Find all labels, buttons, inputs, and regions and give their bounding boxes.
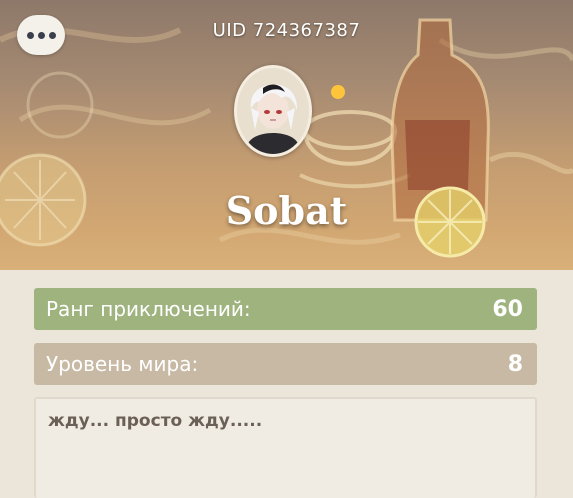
character-avatar-icon bbox=[237, 68, 309, 154]
player-avatar[interactable] bbox=[234, 65, 312, 157]
adventure-rank-value: 60 bbox=[492, 296, 523, 322]
adventure-rank-label: Ранг приключений: bbox=[46, 297, 251, 321]
adventure-rank-row: Ранг приключений: 60 bbox=[34, 288, 537, 330]
signature-box: жду... просто жду..... bbox=[34, 397, 537, 498]
signature-text: жду... просто жду..... bbox=[48, 411, 263, 431]
world-level-label: Уровень мира: bbox=[46, 352, 199, 376]
player-nickname: Sobat bbox=[225, 188, 348, 233]
player-uid: UID 724367387 bbox=[212, 20, 361, 41]
world-level-row: Уровень мира: 8 bbox=[34, 343, 537, 385]
profile-card: UID 724367387 Sobat Ранг приключений: 60… bbox=[0, 0, 573, 498]
world-level-value: 8 bbox=[507, 351, 523, 377]
namecard-banner: UID 724367387 Sobat bbox=[0, 0, 573, 270]
